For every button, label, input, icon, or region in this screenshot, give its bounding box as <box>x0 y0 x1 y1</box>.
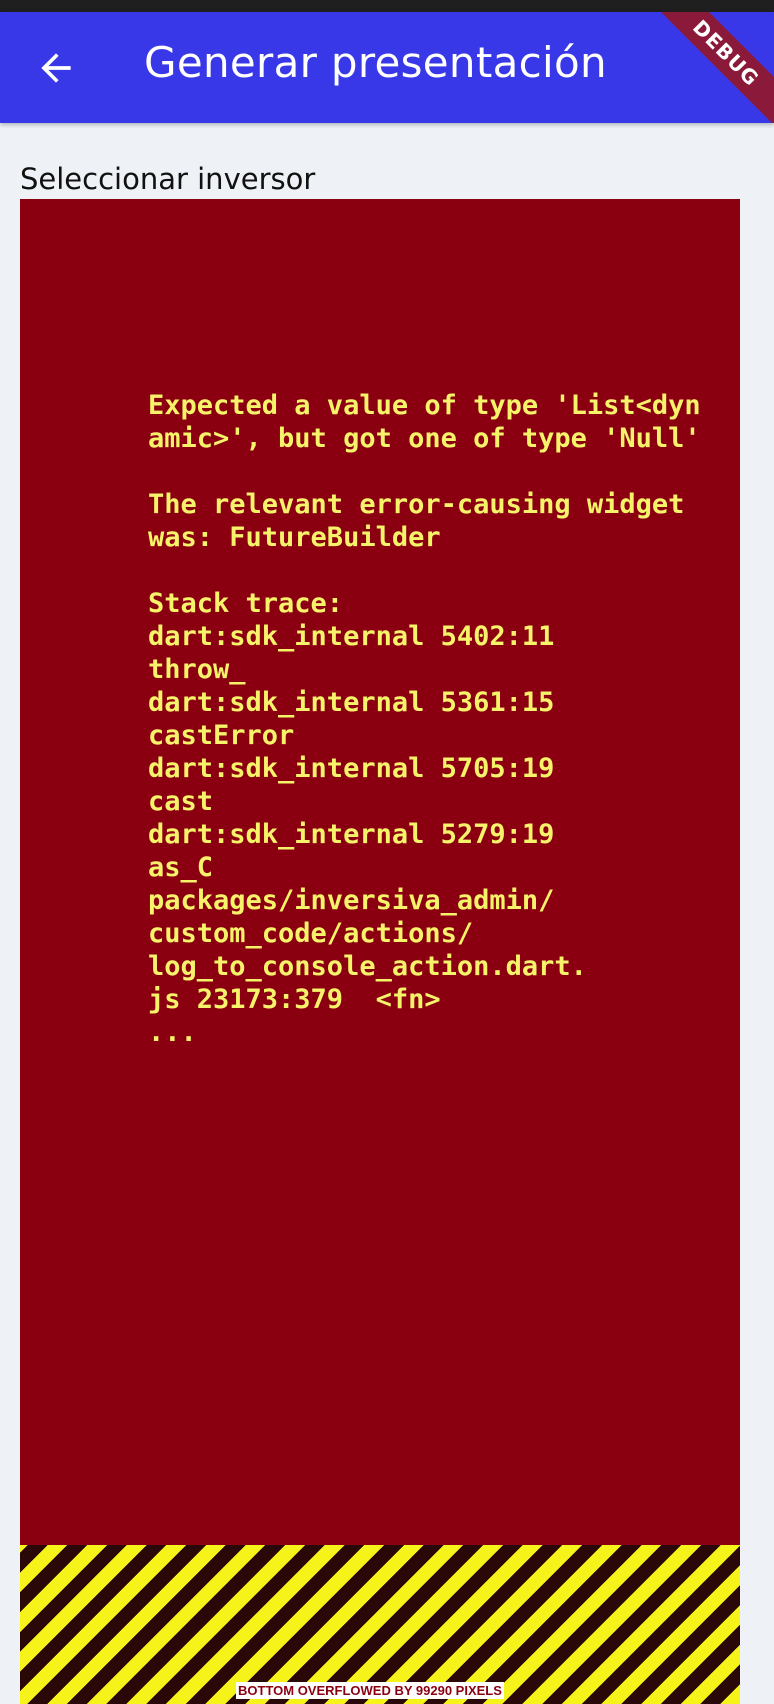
page-title: Generar presentación <box>144 38 607 87</box>
overflow-indicator: BOTTOM OVERFLOWED BY 99290 PIXELS <box>20 1545 740 1704</box>
debug-banner: DEBUG <box>636 12 774 123</box>
arrow-left-icon <box>41 53 71 83</box>
error-message: Expected a value of type 'List<dynamic>'… <box>148 390 701 1048</box>
error-widget: Expected a value of type 'List<dynamic>'… <box>20 199 740 1545</box>
status-bar <box>0 0 774 12</box>
back-button[interactable] <box>22 34 90 102</box>
overflow-label: BOTTOM OVERFLOWED BY 99290 PIXELS <box>236 1682 504 1699</box>
app-bar: Generar presentación DEBUG <box>0 12 774 123</box>
select-investor-label: Seleccionar inversor <box>20 162 316 196</box>
